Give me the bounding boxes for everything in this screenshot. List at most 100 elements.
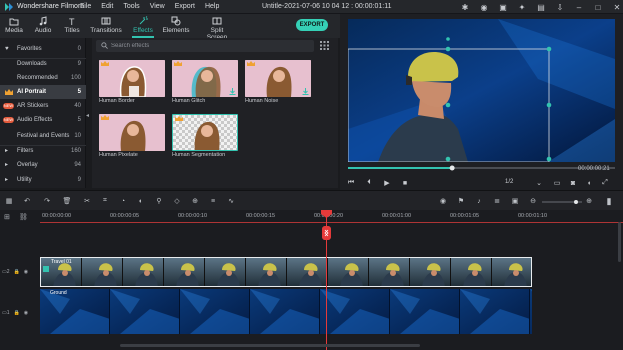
crop-icon[interactable]: ⌗ bbox=[100, 196, 110, 206]
snapshot-icon[interactable]: ◙ bbox=[568, 178, 578, 188]
effect-thumb-human-segmentation[interactable] bbox=[172, 114, 238, 151]
account-icon[interactable]: ◉ bbox=[479, 2, 489, 12]
tab-elements[interactable]: Elements bbox=[162, 16, 190, 36]
sidebar-item-audio-effects[interactable]: NEW Audio Effects 5 bbox=[0, 113, 86, 127]
color-icon[interactable]: ◐ bbox=[136, 196, 146, 206]
zoom-out-icon[interactable]: ⊖ bbox=[528, 196, 538, 206]
stop-icon[interactable]: ■ bbox=[400, 178, 410, 188]
effect-thumb-human-noise[interactable] bbox=[245, 60, 311, 97]
menu-view[interactable]: View bbox=[150, 3, 165, 10]
volume-icon[interactable]: ◖ bbox=[584, 178, 594, 188]
timeline-horizontal-scrollbar[interactable] bbox=[120, 344, 420, 347]
microphone-icon[interactable]: ♪ bbox=[474, 196, 484, 206]
link-icon[interactable]: ⛓ bbox=[19, 213, 28, 221]
layout-icon[interactable]: ▦ bbox=[4, 196, 14, 206]
menu-tools[interactable]: Tools bbox=[123, 3, 139, 10]
clip-travel[interactable]: Travel 01 bbox=[40, 257, 532, 287]
tab-transitions[interactable]: Transitions bbox=[90, 16, 122, 36]
sidebar-item-downloads[interactable]: Downloads 9 bbox=[0, 57, 86, 71]
undo-icon[interactable]: ↶ bbox=[22, 196, 32, 206]
menu-help[interactable]: Help bbox=[205, 3, 219, 10]
sidebar-item-utility[interactable]: ▸ Utility 9 bbox=[0, 173, 86, 187]
display-icon[interactable]: ▭ bbox=[552, 178, 562, 188]
voiceover-icon[interactable]: ≣ bbox=[492, 196, 502, 206]
ratio-chevron-icon[interactable]: ⌄ bbox=[534, 178, 544, 188]
download-icon[interactable] bbox=[302, 88, 309, 95]
tab-media[interactable]: Media bbox=[4, 16, 24, 36]
rewind-icon[interactable]: ⏮ bbox=[346, 178, 356, 188]
effect-thumb-human-pixelate[interactable] bbox=[99, 114, 165, 151]
redo-icon[interactable]: ↷ bbox=[42, 196, 52, 206]
sidebar-item-recommended[interactable]: Recommended 100 bbox=[0, 71, 86, 85]
clip-ground[interactable]: Ground bbox=[40, 289, 532, 334]
tab-effects[interactable]: Effects bbox=[130, 16, 156, 38]
audio-icon[interactable]: ⚲ bbox=[154, 196, 164, 206]
menu-file[interactable]: File bbox=[80, 3, 91, 10]
render-icon[interactable]: ◉ bbox=[438, 196, 448, 206]
keyframe-icon[interactable]: ◇ bbox=[172, 196, 182, 206]
effects-icon bbox=[139, 16, 148, 25]
video-preview[interactable] bbox=[348, 19, 615, 162]
sidebar-item-overlay[interactable]: ▸ Overlay 94 bbox=[0, 158, 86, 172]
step-back-icon[interactable]: ⏴ bbox=[364, 178, 374, 188]
crown-icon bbox=[174, 61, 182, 66]
minimize-icon[interactable]: – bbox=[574, 2, 584, 12]
lock-icon[interactable]: 🔒 bbox=[14, 310, 20, 316]
effect-thumb-human-border[interactable] bbox=[99, 60, 165, 97]
menu-edit[interactable]: Edit bbox=[101, 3, 113, 10]
tab-titles[interactable]: T Titles bbox=[62, 16, 82, 36]
play-icon[interactable]: ▶ bbox=[382, 178, 392, 188]
lightbulb-icon[interactable]: ✱ bbox=[460, 2, 470, 12]
download-icon[interactable]: ⇩ bbox=[555, 2, 565, 12]
playhead-top-marker[interactable] bbox=[321, 210, 332, 218]
cut-icon[interactable]: ✂ bbox=[82, 196, 92, 206]
effect-label: Human Segmentation bbox=[172, 152, 226, 158]
expand-arrow-icon: ▸ bbox=[5, 177, 9, 183]
marker-icon[interactable]: ⚑ bbox=[456, 196, 466, 206]
close-icon[interactable]: ✕ bbox=[612, 2, 622, 12]
speed-icon[interactable]: ◔ bbox=[118, 196, 128, 206]
eye-icon[interactable]: ◉ bbox=[24, 310, 28, 316]
grid-view-icon[interactable] bbox=[320, 41, 329, 50]
zoom-slider[interactable] bbox=[542, 200, 582, 204]
stabilize-icon[interactable]: ⊕ bbox=[190, 196, 200, 206]
delete-icon[interactable]: 🗑 bbox=[62, 196, 72, 206]
panel-toggle-icon[interactable]: ▮ bbox=[604, 196, 614, 206]
waveform-icon[interactable]: ∿ bbox=[226, 196, 236, 206]
gift-icon[interactable]: ✦ bbox=[517, 2, 527, 12]
download-icon[interactable] bbox=[229, 88, 236, 95]
eye-icon[interactable]: ◉ bbox=[24, 269, 28, 275]
save-icon[interactable]: ▤ bbox=[536, 2, 546, 12]
sidebar-item-filters[interactable]: ▸ Filters 160 bbox=[0, 144, 86, 158]
adjust-icon[interactable]: ≡ bbox=[208, 196, 218, 206]
timeline-vertical-scrollbar[interactable] bbox=[618, 222, 621, 262]
effect-label: Human Pixelate bbox=[99, 152, 138, 158]
sidebar-item-festival-and-events[interactable]: Festival and Events 10 bbox=[0, 129, 86, 143]
music-note-icon bbox=[39, 16, 47, 26]
tab-audio[interactable]: Audio bbox=[32, 16, 54, 36]
tab-split-screen[interactable]: Split Screen bbox=[200, 16, 234, 41]
track-controls-video-1: ▭1 🔒 ◉ bbox=[2, 308, 40, 318]
lock-icon[interactable]: 🔒 bbox=[14, 269, 20, 275]
add-track-icon[interactable]: ⊞ bbox=[4, 213, 10, 221]
track-headers: ▭2 🔒 ◉ ▭1 🔒 ◉ bbox=[0, 222, 40, 350]
sidebar-item-ar-stickers[interactable]: NEW AR Stickers 40 bbox=[0, 99, 86, 113]
sidebar-item-ai-portrait[interactable]: AI Portrait 5 bbox=[0, 85, 86, 99]
export-button[interactable]: EXPORT bbox=[296, 19, 328, 31]
zoom-in-icon[interactable]: ⊕ bbox=[584, 196, 594, 206]
preview-timecode: 00:00:00:21 bbox=[578, 166, 610, 172]
fullscreen-icon[interactable]: ⤢ bbox=[600, 178, 610, 188]
menu-export[interactable]: Export bbox=[175, 3, 195, 10]
preview-scrubber[interactable] bbox=[348, 165, 615, 171]
maximize-icon[interactable]: □ bbox=[593, 2, 603, 12]
sidebar-item-favorites[interactable]: ♥ Favorites 0 bbox=[0, 42, 86, 56]
notification-icon[interactable]: ▣ bbox=[498, 2, 508, 12]
playhead-handle[interactable] bbox=[322, 226, 331, 240]
search-input[interactable] bbox=[111, 40, 301, 52]
clip-thumbnails bbox=[41, 258, 531, 286]
effect-thumb-human-glitch[interactable] bbox=[172, 60, 238, 97]
pip-icon[interactable]: ▣ bbox=[510, 196, 520, 206]
expand-arrow-icon: ▸ bbox=[5, 162, 9, 168]
search-icon bbox=[101, 42, 108, 49]
playback-ratio[interactable]: 1/2 bbox=[505, 179, 513, 185]
